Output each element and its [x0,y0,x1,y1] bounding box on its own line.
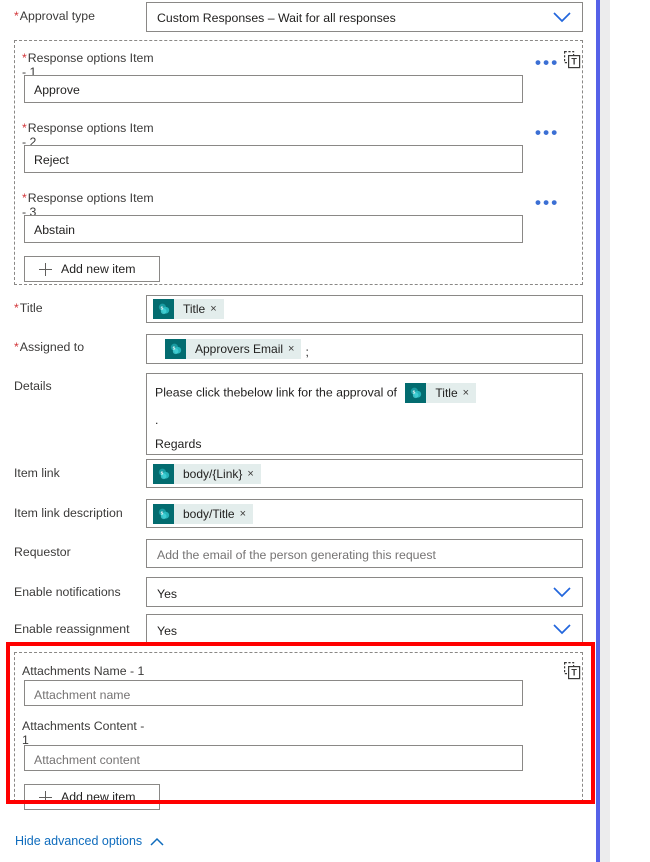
required-asterisk: * [14,301,19,315]
approval-type-value: Custom Responses – Wait for all response… [157,11,396,25]
details-line-2: . [155,413,159,427]
plus-icon [39,790,52,804]
title-label-text: Title [19,301,43,315]
enable-notifications-value: Yes [157,587,178,601]
item-link-label: Item link [14,466,60,480]
sharepoint-icon: s [405,383,427,403]
svg-text:s: s [160,305,163,311]
requestor-label: Requestor [14,545,71,559]
token-chip-label: Title [183,302,206,316]
attachments-content-label: Attachments Content -1 [22,719,222,747]
response-option-3-value: Abstain [34,223,76,237]
svg-text:s: s [412,389,415,395]
svg-text:T: T [571,57,577,67]
attachments-name-label: Attachments Name - 1 [22,664,145,678]
panel-outer-margin [610,0,650,862]
response-options-add-new-item-button[interactable]: Add new item [24,256,160,282]
attachments-name-placeholder: Attachment name [34,688,131,702]
enable-notifications-dropdown[interactable]: Yes [146,577,583,607]
attachments-add-new-item-button[interactable]: Add new item [24,784,160,810]
chevron-down-icon[interactable] [553,12,571,23]
chevron-up-icon [150,837,164,846]
attachments-name-input[interactable]: Attachment name [24,680,523,706]
required-asterisk: * [22,51,27,65]
approval-type-label: *Approval type [14,9,95,24]
svg-text:s: s [172,345,175,351]
plus-icon [39,262,52,276]
response-option-2-label-main: Response options Item [27,121,154,135]
assigned-to-label: *Assigned to [14,340,84,355]
enable-reassignment-value: Yes [157,624,178,638]
chevron-down-icon[interactable] [553,624,571,635]
item-link-input[interactable]: s body/{Link} × [146,459,583,488]
item-link-description-input[interactable]: s body/Title × [146,499,583,528]
insert-token-icon[interactable]: T [564,50,581,69]
dynamic-token-chip[interactable]: s body/{Link} × [153,463,261,484]
requestor-placeholder: Add the email of the person generating t… [157,548,436,562]
assigned-to-label-text: Assigned to [19,340,85,354]
token-chip-label: Title [435,385,458,400]
svg-text:s: s [160,510,163,516]
panel-scrollbar-track[interactable] [600,0,610,862]
title-label: *Title [14,301,43,316]
details-line-3: Regards [155,437,202,451]
attachments-add-new-item-label: Add new item [61,790,136,804]
approval-type-dropdown[interactable]: Custom Responses – Wait for all response… [146,2,583,32]
token-chip-label: body/{Link} [183,466,243,481]
title-input[interactable]: s Title × [146,295,583,323]
details-label: Details [14,379,52,393]
svg-text:s: s [160,470,163,476]
hide-advanced-options-link[interactable]: Hide advanced options [15,834,164,848]
requestor-input[interactable]: Add the email of the person generating t… [146,539,583,568]
sharepoint-icon: s [153,299,174,319]
item-link-description-label: Item link description [14,506,123,520]
sharepoint-icon: s [153,503,174,524]
approval-action-card: *Approval type Custom Responses – Wait f… [0,0,650,862]
details-line-1-text: Please click thebelow link for the appro… [155,385,397,400]
details-line-1: Please click thebelow link for the appro… [155,383,574,403]
close-icon[interactable]: × [239,504,253,524]
required-asterisk: * [14,9,19,23]
response-option-3-label-main: Response options Item [27,191,154,205]
response-option-2-input[interactable]: Reject [24,145,523,173]
response-option-1-value: Approve [34,83,80,97]
assigned-to-input[interactable]: s Approvers Email × ; [146,334,583,364]
attachments-content-input[interactable]: Attachment content [24,745,523,771]
assigned-to-separator: ; [305,344,309,359]
sharepoint-icon: s [153,463,174,484]
insert-token-icon[interactable]: T [564,661,581,680]
response-option-1-input[interactable]: Approve [24,75,523,103]
enable-notifications-label: Enable notifications [14,585,121,599]
dynamic-token-chip[interactable]: s Title × [153,299,224,319]
hide-advanced-options-label: Hide advanced options [15,834,143,848]
response-options-add-new-item-label: Add new item [61,262,136,276]
response-option-2-overflow-icon[interactable]: ••• [535,124,559,141]
response-option-1-label-main: Response options Item [27,51,154,65]
response-option-3-input[interactable]: Abstain [24,215,523,243]
dynamic-token-chip[interactable]: s Approvers Email × [165,339,302,359]
dynamic-token-chip[interactable]: s body/Title × [153,503,254,524]
enable-reassignment-label: Enable reassignment [14,622,130,636]
response-option-3-overflow-icon[interactable]: ••• [535,194,559,211]
sharepoint-icon: s [165,339,186,359]
close-icon[interactable]: × [209,299,223,319]
token-chip-label: Approvers Email [195,342,284,356]
approval-type-label-text: Approval type [19,9,95,23]
required-asterisk: * [22,191,27,205]
close-icon[interactable]: × [462,383,476,403]
required-asterisk: * [22,121,27,135]
response-option-1-overflow-icon[interactable]: ••• [535,54,559,71]
attachments-content-label-main: Attachments Content - [22,719,145,733]
required-asterisk: * [14,340,19,354]
response-option-2-value: Reject [34,153,69,167]
token-chip-label: body/Title [183,506,235,521]
close-icon[interactable]: × [246,464,260,484]
dynamic-token-chip[interactable]: s Title × [405,383,477,403]
close-icon[interactable]: × [287,339,301,359]
svg-text:T: T [571,668,577,678]
chevron-down-icon[interactable] [553,587,571,598]
details-input[interactable]: Please click thebelow link for the appro… [146,373,583,455]
attachments-content-placeholder: Attachment content [34,753,140,767]
enable-reassignment-dropdown[interactable]: Yes [146,614,583,644]
